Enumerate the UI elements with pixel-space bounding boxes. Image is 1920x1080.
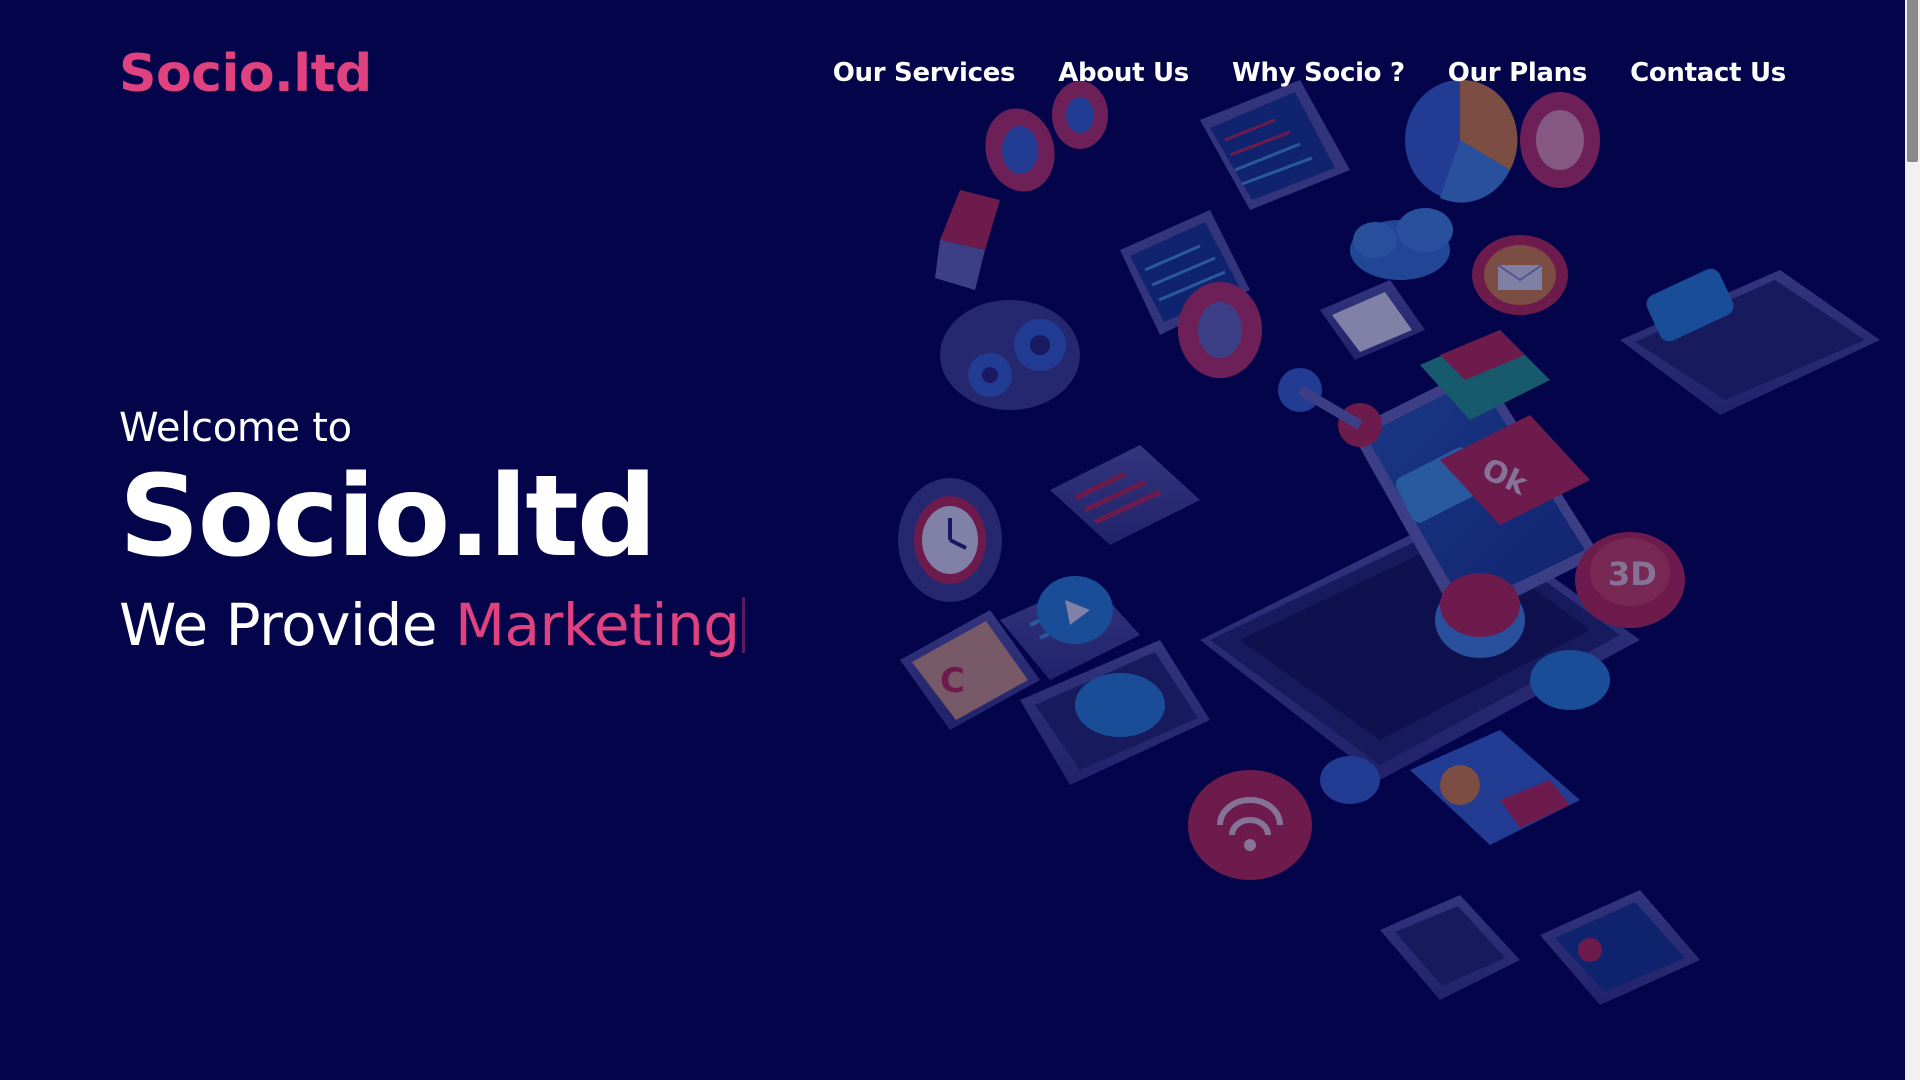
scrollbar-thumb[interactable] — [1907, 0, 1918, 162]
3d-badge-text: 3D — [1608, 555, 1657, 593]
marketing-illustration: C Ok 3D — [880, 79, 1905, 1040]
svg-text:C: C — [940, 661, 965, 701]
keyboard-icon — [1620, 268, 1880, 415]
hero-section: Welcome to Socio.ltd We Provide Marketin… — [119, 405, 745, 659]
wifi-icon — [1188, 770, 1312, 880]
3d-badge-icon: 3D — [1575, 532, 1685, 628]
card-icon — [1320, 280, 1425, 360]
hero-tagline: We Provide Marketing — [119, 591, 745, 659]
gear-icon — [940, 300, 1080, 410]
arrow-icon — [935, 190, 1000, 290]
toggle-icon — [1278, 368, 1382, 447]
hero-tagline-highlight: Marketing — [454, 591, 740, 659]
bar-chart-icon — [1000, 445, 1200, 680]
landing-page: Socio.ltd Our Services About Us Why Soci… — [0, 0, 1905, 1080]
main-nav: Our Services About Us Why Socio ? Our Pl… — [833, 58, 1787, 88]
cloud-icon — [1350, 208, 1453, 280]
pin-icon — [1037, 576, 1113, 644]
clock-icon — [898, 478, 1002, 602]
nav-our-services[interactable]: Our Services — [833, 58, 1016, 88]
page-scrollbar[interactable] — [1905, 0, 1920, 1080]
nav-contact-us[interactable]: Contact Us — [1630, 58, 1786, 88]
typing-caret — [741, 597, 745, 653]
record-button-icon — [1435, 573, 1525, 658]
dashboard-tile-icon — [1540, 890, 1700, 1005]
hero-title: Socio.ltd — [119, 452, 657, 582]
hero-welcome-text: Welcome to — [119, 405, 352, 451]
hero-tagline-prefix: We Provide — [119, 591, 438, 659]
email-icon — [1472, 235, 1568, 315]
nav-our-plans[interactable]: Our Plans — [1448, 58, 1588, 88]
tool-tile-icon — [1380, 895, 1520, 1000]
site-header: Socio.ltd Our Services About Us Why Soci… — [0, 0, 1905, 150]
laptop-icon — [1200, 365, 1640, 780]
nav-about-us[interactable]: About Us — [1058, 58, 1189, 88]
nav-why-socio[interactable]: Why Socio ? — [1232, 58, 1405, 88]
site-logo[interactable]: Socio.ltd — [119, 44, 372, 104]
